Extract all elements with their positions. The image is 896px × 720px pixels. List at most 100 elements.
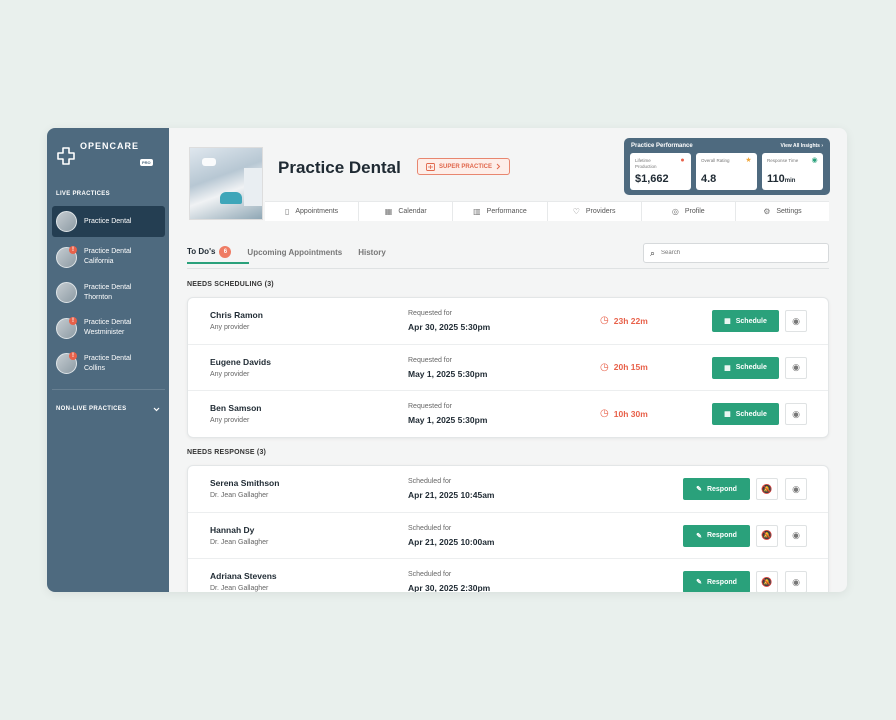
scheduled-label: Scheduled for xyxy=(408,524,452,532)
overall-rating-card: Overall Rating ★ 4.8 xyxy=(696,153,757,190)
schedule-button[interactable]: ▦ Schedule xyxy=(712,403,779,425)
sidebar-item-practice-dental[interactable]: Practice Dental xyxy=(52,206,165,237)
eye-icon: ◉ xyxy=(792,483,800,494)
sidebar-item-sublabel: Collins xyxy=(84,364,106,372)
sidebar-item-practice-dental-thornton[interactable]: Practice Dental Thornton xyxy=(52,277,165,308)
practice-avatar: ! xyxy=(56,245,77,268)
bar-chart-icon: ▥ xyxy=(473,207,481,216)
eye-icon: ◉ xyxy=(792,362,800,372)
practice-nav-tabs: ▯ Appointments ▦ Calendar ▥ Performance ♡ Pr… xyxy=(265,201,829,221)
timer-value: 10h 30m xyxy=(613,408,648,419)
scheduled-date: Apr 21, 2025 10:45am xyxy=(408,490,495,500)
table-row: Serena Smithson Dr. Jean Gallagher Sched… xyxy=(188,466,828,513)
view-button[interactable]: ◉ xyxy=(785,478,807,500)
timer-value: 20h 15m xyxy=(613,362,648,372)
chevron-right-icon xyxy=(496,163,501,170)
award-icon xyxy=(426,162,435,171)
tab-profile[interactable]: ◎ Profile xyxy=(642,202,736,221)
provider-name: Any provider xyxy=(210,417,250,424)
super-practice-badge[interactable]: SUPER PRACTICE xyxy=(417,158,511,175)
clipboard-icon: ▯ xyxy=(284,207,290,216)
tab-calendar[interactable]: ▦ Calendar xyxy=(359,202,454,221)
requested-date: May 1, 2025 5:30pm xyxy=(408,415,488,425)
view-button[interactable]: ◉ xyxy=(785,356,807,379)
stopwatch-icon: ◷ xyxy=(600,315,609,326)
non-live-practices-toggle[interactable]: NON-LIVE PRACTICES xyxy=(56,406,160,412)
sidebar-item-practice-dental-collins[interactable]: ! Practice Dental Collins xyxy=(52,348,165,379)
main-content: Practice Dental SUPER PRACTICE Practice … xyxy=(169,128,847,592)
search-box[interactable]: ⌕ xyxy=(643,243,829,263)
respond-button[interactable]: ✎ Respond xyxy=(683,571,750,592)
tab-appointments[interactable]: ▯ Appointments xyxy=(265,202,360,221)
logo-text: OPENCARE xyxy=(80,141,140,151)
needs-response-list: Serena Smithson Dr. Jean Gallagher Sched… xyxy=(187,465,829,592)
alert-icon: ! xyxy=(69,316,77,325)
tab-todos[interactable]: To Do's 6 xyxy=(187,246,251,264)
tab-label: Settings xyxy=(776,208,802,215)
patient-name: Chris Ramon xyxy=(210,310,263,320)
tab-providers[interactable]: ♡ Providers xyxy=(548,202,642,221)
view-button[interactable]: ◉ xyxy=(785,524,807,547)
schedule-label: Schedule xyxy=(735,364,767,371)
search-icon: ⌕ xyxy=(650,247,656,258)
patient-name: Ben Samson xyxy=(210,403,262,413)
snooze-button[interactable]: 🔕 xyxy=(756,478,778,500)
snooze-button[interactable]: 🔕 xyxy=(756,571,778,592)
calendar-icon: ▦ xyxy=(384,207,393,216)
view-all-insights-link[interactable]: View All Insights › xyxy=(780,143,823,149)
sidebar-item-label: Practice Dental xyxy=(84,283,132,291)
provider-name: Any provider xyxy=(210,324,250,331)
cross-logo-icon xyxy=(57,146,75,165)
pencil-icon: ✎ xyxy=(696,579,702,586)
lifetime-production-card: Lifetime Production ● $1,662 xyxy=(630,153,691,190)
patient-name: Serena Smithson xyxy=(210,478,280,488)
sidebar-item-sublabel: Westminister xyxy=(84,329,125,336)
provider-name: Dr. Jean Gallagher xyxy=(210,492,269,499)
respond-button[interactable]: ✎ Respond xyxy=(683,524,750,547)
respond-label: Respond xyxy=(706,485,737,493)
view-button[interactable]: ◉ xyxy=(785,310,807,332)
scheduled-date: Apr 21, 2025 10:00am xyxy=(408,536,495,547)
page-title: Practice Dental xyxy=(278,158,401,177)
tab-settings[interactable]: ⚙ Settings xyxy=(736,202,829,221)
provider-name: Any provider xyxy=(210,370,250,378)
sidebar-item-label: Practice Dental xyxy=(84,319,132,326)
alert-icon: ! xyxy=(69,352,77,360)
schedule-button[interactable]: ▦ Schedule xyxy=(712,310,779,332)
provider-name: Dr. Jean Gallagher xyxy=(210,585,269,592)
response-time-card: Response Time ◉ 110min xyxy=(762,153,823,190)
card-label: Overall Rating xyxy=(701,158,730,163)
calendar-icon: ▦ xyxy=(724,411,731,418)
sidebar-item-practice-dental-westminister[interactable]: ! Practice Dental Westminister xyxy=(52,313,165,344)
super-practice-label: SUPER PRACTICE xyxy=(439,163,493,170)
subtab-divider xyxy=(187,268,829,269)
opencare-logo[interactable]: OPENCARE PRO xyxy=(56,142,153,169)
sidebar-item-practice-dental-california[interactable]: ! Practice Dental California xyxy=(52,242,165,273)
schedule-button[interactable]: ▦ Schedule xyxy=(712,356,779,379)
non-live-practices-label: NON-LIVE PRACTICES xyxy=(56,406,127,412)
clock-icon: ◉ xyxy=(811,157,818,164)
needs-scheduling-list: Chris Ramon Any provider Requested for A… xyxy=(187,297,829,438)
tab-upcoming-appointments[interactable]: Upcoming Appointments xyxy=(247,248,342,257)
requested-label: Requested for xyxy=(408,403,452,410)
snooze-button[interactable]: 🔕 xyxy=(756,524,778,547)
view-button[interactable]: ◉ xyxy=(785,571,807,592)
live-practices-label: LIVE PRACTICES xyxy=(56,191,110,197)
table-row: Chris Ramon Any provider Requested for A… xyxy=(188,298,828,345)
schedule-label: Schedule xyxy=(735,317,767,325)
tab-performance[interactable]: ▥ Performance xyxy=(453,202,548,221)
countdown-timer: ◷ 23h 22m xyxy=(600,315,648,326)
scheduled-date: Apr 30, 2025 2:30pm xyxy=(408,583,491,592)
stopwatch-icon: ◷ xyxy=(600,361,609,373)
countdown-timer: ◷ 20h 15m xyxy=(600,362,648,373)
table-row: Adriana Stevens Dr. Jean Gallagher Sched… xyxy=(188,559,828,592)
respond-button[interactable]: ✎ Respond xyxy=(683,478,750,500)
requested-date: Apr 30, 2025 5:30pm xyxy=(408,322,491,332)
tab-history[interactable]: History xyxy=(358,248,386,257)
practice-photo xyxy=(189,147,263,220)
calendar-icon: ▦ xyxy=(724,318,731,325)
search-input[interactable] xyxy=(661,250,812,256)
respond-label: Respond xyxy=(706,532,737,539)
todo-subtabs: To Do's 6 Upcoming Appointments History xyxy=(187,246,386,264)
view-button[interactable]: ◉ xyxy=(785,403,807,425)
